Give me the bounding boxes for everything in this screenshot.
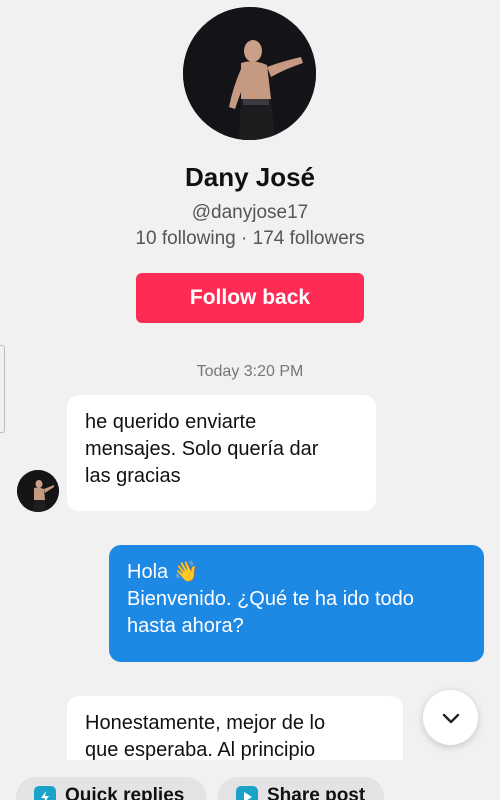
profile-stats[interactable]: 10 following · 174 followers	[0, 228, 500, 250]
message-timestamp: Today 3:20 PM	[196, 363, 304, 380]
incoming-message[interactable]: he querido enviarte mensajes. Solo querí…	[67, 395, 376, 511]
outgoing-message[interactable]: Hola 👋 Bienvenido. ¿Qué te ha ido todo h…	[109, 545, 484, 662]
play-icon	[236, 786, 258, 800]
quick-replies-label: Quick replies	[65, 785, 185, 800]
scroll-to-bottom-button[interactable]	[423, 690, 478, 745]
message-text: Honestamente, mejor de lo que esperaba. …	[85, 712, 326, 761]
profile-name: Dany José	[184, 162, 316, 192]
share-post-chip[interactable]: Share post	[218, 777, 384, 800]
quick-replies-chip[interactable]: Quick replies	[16, 777, 206, 800]
quick-action-bar: Quick replies Share post	[0, 760, 500, 800]
profile-avatar[interactable]	[183, 7, 316, 140]
profile-photo	[183, 7, 316, 140]
profile-handle: @danyjose17	[191, 202, 309, 223]
share-post-label: Share post	[267, 785, 366, 800]
sender-avatar[interactable]	[17, 470, 59, 512]
message-text: Hola 👋 Bienvenido. ¿Qué te ha ido todo h…	[127, 561, 414, 637]
chevron-down-icon	[442, 713, 459, 723]
sender-photo	[17, 470, 59, 512]
lightning-icon	[34, 786, 56, 800]
follow-back-button[interactable]: Follow back	[136, 273, 364, 323]
message-text: he querido enviarte mensajes. Solo querí…	[85, 411, 319, 487]
chat-screen: Dany José @danyjose17 10 following · 174…	[0, 0, 500, 800]
side-scroll-handle[interactable]	[0, 345, 5, 433]
